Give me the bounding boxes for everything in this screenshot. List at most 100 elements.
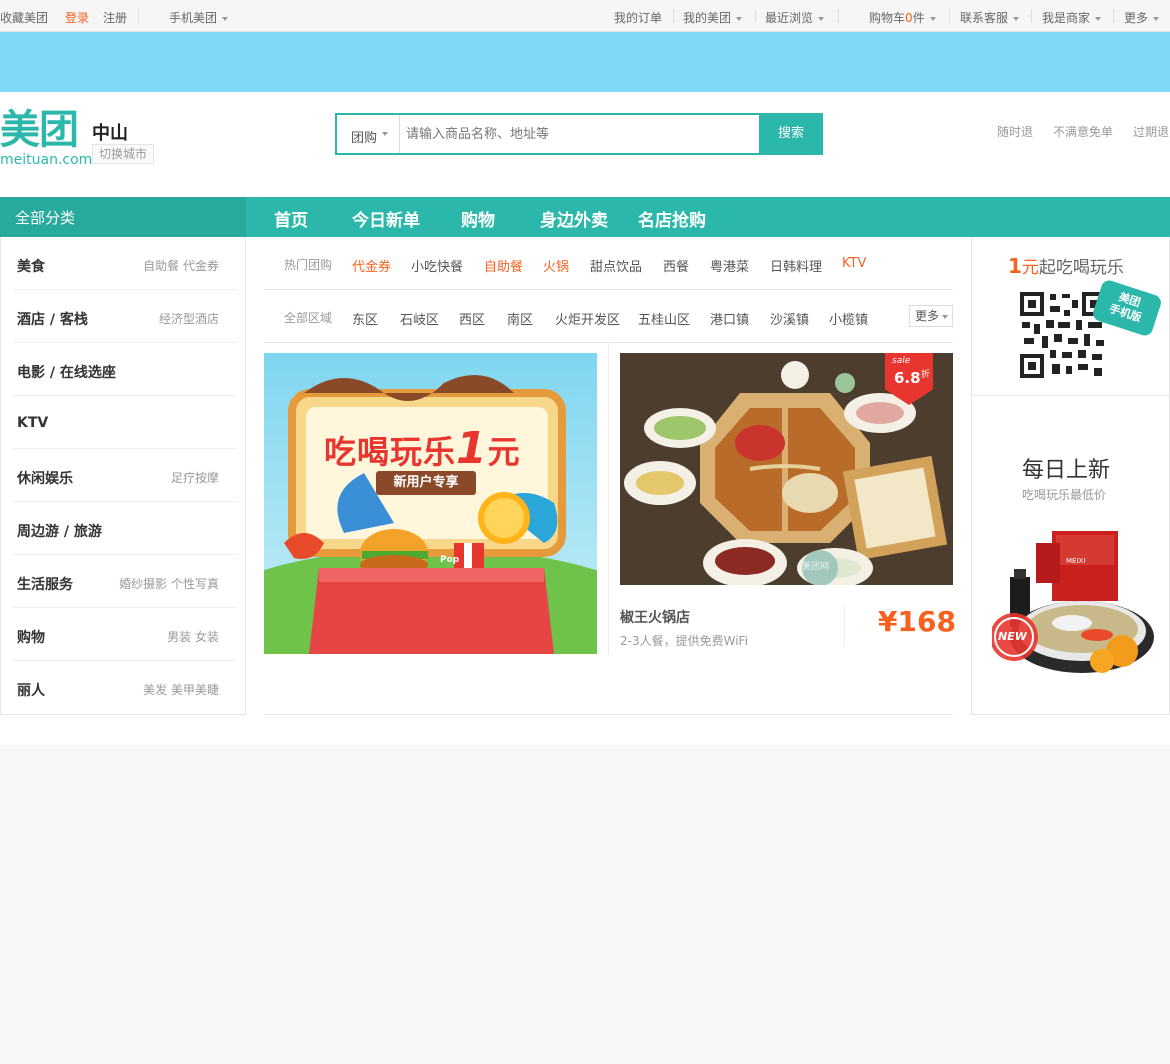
my-meituan-link[interactable]: 我的美团	[683, 9, 743, 26]
search-box: 团购 搜索	[335, 113, 823, 155]
sidebar-item-subs[interactable]: 自助餐 代金券	[143, 257, 219, 274]
area-east[interactable]: 东区	[352, 309, 378, 328]
mobile-meituan-label: 手机美团	[169, 11, 218, 25]
sidebar-item-beauty[interactable]: 丽人 美发 美甲美睫	[13, 661, 237, 714]
sidebar-item-subs[interactable]: 足疗按摩	[171, 469, 219, 486]
daily-new-title: 每日上新	[1022, 458, 1111, 483]
customer-service-link[interactable]: 联系客服	[960, 9, 1020, 26]
area-west[interactable]: 西区	[459, 309, 485, 328]
logo[interactable]: 美团	[0, 108, 79, 152]
merchant-link[interactable]: 我是商家	[1042, 9, 1102, 26]
divider	[838, 9, 839, 23]
nav-today-new[interactable]: 今日新单	[352, 206, 420, 231]
new-badge: NEW	[998, 630, 1027, 643]
new-user-promo-banner[interactable]: 吃喝玩乐1元 新用户专享 Pop	[264, 353, 597, 654]
recent-viewed-label: 最近浏览	[765, 11, 814, 25]
current-city: 中山	[92, 123, 128, 144]
logo-domain: meituan.com	[0, 152, 93, 168]
filter-ktv[interactable]: KTV	[842, 256, 866, 271]
deal-price: ¥168	[878, 605, 956, 638]
chevron-down-icon	[736, 16, 743, 21]
switch-city-button[interactable]: 切换城市	[92, 144, 155, 164]
all-areas-label[interactable]: 全部区域	[284, 309, 332, 326]
chevron-down-icon	[818, 16, 825, 21]
search-category-select[interactable]: 团购	[337, 115, 400, 153]
nav-home[interactable]: 首页	[274, 206, 308, 231]
filter-cantonese[interactable]: 粤港菜	[710, 256, 749, 275]
divider	[138, 9, 139, 23]
guarantee-unsatisfied-free: 不满意免单	[1053, 125, 1114, 139]
cart-count: 0	[905, 11, 913, 25]
area-xiaolan[interactable]: 小榄镇	[829, 309, 868, 328]
promo-box-text: Pop	[440, 555, 460, 565]
register-link[interactable]: 注册	[103, 9, 127, 26]
area-south[interactable]: 南区	[507, 309, 533, 328]
area-shaxi[interactable]: 沙溪镇	[770, 309, 809, 328]
filter-voucher[interactable]: 代金券	[352, 256, 391, 275]
recent-viewed-link[interactable]: 最近浏览	[765, 9, 825, 26]
qr-code[interactable]	[1018, 290, 1108, 380]
area-gangkou[interactable]: 港口镇	[710, 309, 749, 328]
sidebar-item-travel[interactable]: 周边游 / 旅游	[13, 502, 237, 555]
favorite-link[interactable]: 收藏美团	[0, 9, 48, 26]
sidebar-item-hotel[interactable]: 酒店 / 客栈 经济型酒店	[13, 290, 237, 343]
divider	[673, 9, 674, 23]
promo-title-number: 1	[456, 423, 488, 474]
filter-hotpot[interactable]: 火锅	[543, 256, 569, 275]
daily-new-products[interactable]: MEIXI NEW	[990, 527, 1162, 687]
chevron-down-icon	[1095, 16, 1102, 21]
sidebar-item-leisure[interactable]: 休闲娱乐 足疗按摩	[13, 449, 237, 502]
more-link[interactable]: 更多	[1124, 9, 1160, 26]
my-orders-link[interactable]: 我的订单	[614, 9, 662, 26]
sidebar-item-life-services[interactable]: 生活服务 婚纱摄影 个性写真	[13, 555, 237, 608]
area-wuguishan[interactable]: 五桂山区	[638, 309, 690, 328]
product-box-label: MEIXI	[1066, 557, 1086, 565]
filter-western[interactable]: 西餐	[663, 256, 689, 275]
sidebar-item-food[interactable]: 美食 自助餐 代金券	[13, 237, 237, 290]
filter-buffet[interactable]: 自助餐	[484, 256, 523, 275]
nav-delivery[interactable]: 身边外卖	[540, 206, 608, 231]
deal-image[interactable]: sale 6.8 折 美团网	[620, 353, 953, 585]
sidebar-item-ktv[interactable]: KTV	[13, 396, 237, 449]
area-more-button[interactable]: 更多	[909, 305, 953, 327]
customer-service-label: 联系客服	[960, 11, 1009, 25]
promo-illustration	[264, 353, 597, 654]
promo-ribbon: 新用户专享	[376, 471, 476, 495]
search-input[interactable]	[401, 115, 757, 153]
sidebar-item-label: 丽人	[17, 683, 45, 699]
deal-divider	[608, 343, 609, 654]
all-categories-tab[interactable]: 全部分类	[0, 197, 246, 237]
chevron-down-icon	[929, 16, 936, 21]
filter-japanese-korean[interactable]: 日韩料理	[770, 256, 822, 275]
sidebar-item-subs[interactable]: 美发 美甲美睫	[143, 681, 219, 698]
nav-famous-shops[interactable]: 名店抢购	[638, 206, 706, 231]
daily-new-subtitle: 吃喝玩乐最低价	[1022, 488, 1107, 502]
nav-shopping[interactable]: 购物	[461, 206, 495, 231]
promo-title-unit: 元	[487, 433, 521, 471]
qr-title-text: 起吃喝玩乐	[1038, 258, 1124, 278]
top-banner[interactable]	[0, 32, 1170, 92]
deal-title[interactable]: 椒王火锅店	[620, 607, 690, 627]
cart-link[interactable]: 购物车0件	[869, 9, 936, 26]
filter-desserts[interactable]: 甜点饮品	[590, 256, 642, 275]
sidebar-item-subs[interactable]: 婚纱摄影 个性写真	[119, 575, 219, 592]
sale-label: sale	[892, 356, 911, 366]
divider	[1113, 9, 1114, 23]
main-nav: 全部分类 首页 今日新单 购物 身边外卖 名店抢购	[0, 197, 1170, 237]
right-promo-panel: 1元起吃喝玩乐 美团 手机版 每日上新 吃喝玩乐最低价 MEIXI NEW	[971, 237, 1170, 715]
area-torch-dev[interactable]: 火炬开发区	[555, 309, 620, 328]
sidebar-item-subs[interactable]: 经济型酒店	[159, 310, 219, 327]
login-link[interactable]: 登录	[65, 9, 89, 26]
area-shiqi[interactable]: 石岐区	[400, 309, 439, 328]
sidebar-item-shopping[interactable]: 购物 男装 女装	[13, 608, 237, 661]
filter-snacks[interactable]: 小吃快餐	[411, 256, 463, 275]
header: 美团 meituan.com 中山 切换城市 团购 搜索 随时退 不满意免单 过…	[0, 92, 1170, 197]
deal-description: 2-3人餐，提供免费WiFi	[620, 634, 748, 648]
chevron-down-icon	[942, 314, 949, 319]
sidebar-item-subs[interactable]: 男装 女装	[167, 628, 219, 645]
search-button[interactable]: 搜索	[759, 113, 823, 155]
price-divider	[844, 605, 845, 647]
mobile-meituan-link[interactable]: 手机美团	[169, 9, 229, 26]
my-meituan-label: 我的美团	[683, 11, 732, 25]
sidebar-item-movie[interactable]: 电影 / 在线选座	[13, 343, 237, 396]
